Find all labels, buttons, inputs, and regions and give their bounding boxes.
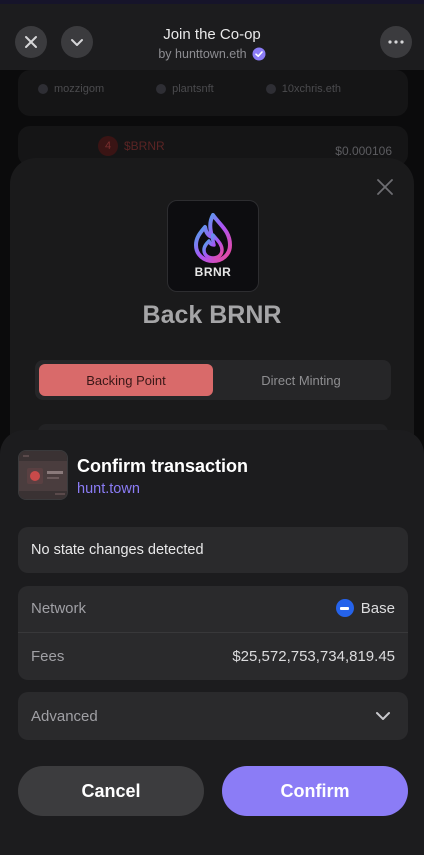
token-rank: 4 bbox=[98, 136, 118, 156]
member-avatar bbox=[265, 84, 276, 94]
token-symbol: $BRNR bbox=[124, 139, 165, 153]
more-horizontal-icon bbox=[388, 40, 404, 44]
fees-value: $25,572,753,734,819.45 bbox=[232, 648, 395, 665]
member-avatar bbox=[156, 84, 167, 94]
confirm-title: Confirm transaction bbox=[77, 456, 249, 476]
backing-mode-switch: Backing Point Direct Minting bbox=[35, 360, 391, 400]
origin-link[interactable]: hunt.town bbox=[77, 481, 140, 497]
fees-label: Fees bbox=[31, 648, 65, 665]
more-options-button[interactable] bbox=[380, 26, 412, 58]
app-header: Join the Co-op by hunttown.eth bbox=[0, 0, 424, 70]
state-changes-panel: No state changes detected bbox=[18, 527, 408, 573]
advanced-toggle[interactable]: Advanced bbox=[18, 692, 408, 740]
state-changes-text: No state changes detected bbox=[31, 542, 204, 558]
tab-backing-point[interactable]: Backing Point bbox=[39, 364, 213, 396]
back-sheet-title: Back BRNR bbox=[142, 301, 282, 329]
network-fees-panel: Network Base Fees $25,572,753,734,819.45 bbox=[18, 586, 408, 680]
brnr-logo: BRNR bbox=[167, 200, 259, 292]
confirm-transaction-sheet: Confirm transaction hunt.town No state c… bbox=[0, 430, 424, 855]
close-sheet-icon[interactable] bbox=[374, 176, 396, 198]
subtitle-text: by hunttown.eth bbox=[158, 47, 247, 61]
logo-text: BRNR bbox=[194, 265, 232, 279]
base-network-icon bbox=[335, 599, 354, 617]
page-title: Join the Co-op bbox=[163, 26, 261, 43]
member-name: 10xchris.eth bbox=[281, 83, 342, 95]
member-name: plantsnft bbox=[172, 83, 214, 95]
flame-icon bbox=[194, 213, 232, 263]
row-divider bbox=[18, 632, 408, 633]
members-card: mozzigom plantsnft 10xchris.eth bbox=[18, 70, 408, 116]
network-name: Base bbox=[360, 599, 395, 617]
cancel-button[interactable]: Cancel bbox=[18, 766, 204, 816]
token-info: 4 $BRNR bbox=[98, 136, 165, 156]
page-subtitle: by hunttown.eth bbox=[0, 47, 424, 61]
dapp-preview-image bbox=[19, 451, 67, 499]
back-brnr-sheet: BRNR Back BRNR Backing Point Direct Mint… bbox=[10, 158, 414, 458]
tab-direct-minting[interactable]: Direct Minting bbox=[215, 364, 387, 396]
member-name: mozzigom bbox=[54, 83, 105, 95]
chevron-down-icon bbox=[376, 712, 390, 720]
confirm-button[interactable]: Confirm bbox=[222, 766, 408, 816]
dapp-thumbnail bbox=[18, 450, 68, 500]
member-list: mozzigom plantsnft 10xchris.eth bbox=[38, 83, 341, 95]
advanced-label: Advanced bbox=[31, 708, 98, 725]
verified-badge-icon bbox=[252, 47, 266, 61]
member-avatar bbox=[38, 84, 48, 94]
token-price: $0.000106 bbox=[335, 144, 392, 158]
network-value: Base bbox=[335, 599, 395, 617]
network-label: Network bbox=[31, 600, 87, 617]
